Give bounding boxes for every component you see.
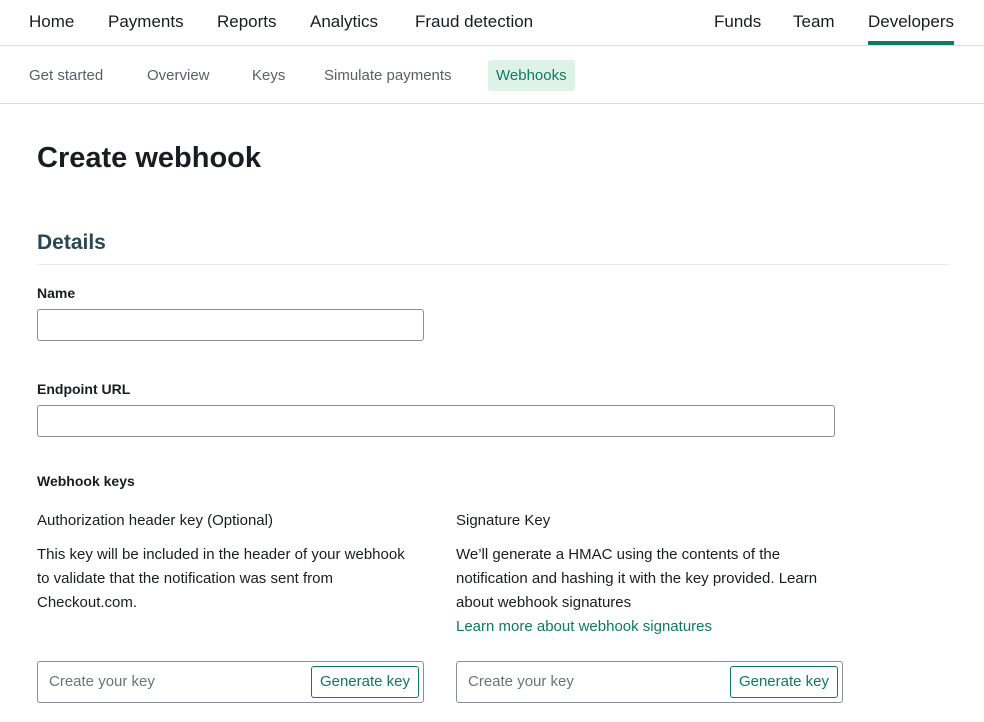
top-navigation: Home Payments Reports Analytics Fraud de… <box>0 0 984 46</box>
name-label: Name <box>37 285 76 301</box>
auth-desc-line: Checkout.com. <box>37 594 138 611</box>
signature-key-description: We’ll generate a HMAC using the contents… <box>456 543 817 615</box>
auth-desc-line: to validate that the notification was se… <box>37 570 333 587</box>
subnav-overview[interactable]: Overview <box>139 60 218 91</box>
nav-reports[interactable]: Reports <box>217 12 277 32</box>
signature-key-title: Signature Key <box>456 512 551 529</box>
subnav-simulate-payments[interactable]: Simulate payments <box>316 60 460 91</box>
auth-key-title: Authorization header key (Optional) <box>37 512 273 529</box>
signature-key-field: Create your key Generate key <box>456 661 843 703</box>
signature-desc-line: about webhook signatures <box>456 594 632 611</box>
name-input[interactable] <box>37 309 424 341</box>
subnav-get-started[interactable]: Get started <box>21 60 111 91</box>
page-title: Create webhook <box>37 142 261 174</box>
endpoint-url-input[interactable] <box>37 405 835 437</box>
section-divider <box>37 264 949 265</box>
subnav-keys[interactable]: Keys <box>244 60 293 91</box>
nav-developers[interactable]: Developers <box>868 12 954 45</box>
auth-key-description: This key will be included in the header … <box>37 543 405 615</box>
section-title-details: Details <box>37 231 106 254</box>
endpoint-url-label: Endpoint URL <box>37 381 131 397</box>
sub-navigation: Get started Overview Keys Simulate payme… <box>0 46 984 104</box>
signature-desc-line: We’ll generate a HMAC using the contents… <box>456 546 781 563</box>
auth-key-field: Create your key Generate key <box>37 661 424 703</box>
subnav-webhooks[interactable]: Webhooks <box>488 60 575 91</box>
nav-analytics[interactable]: Analytics <box>310 12 378 32</box>
auth-desc-line: This key will be included in the header … <box>37 546 405 563</box>
nav-fraud-detection[interactable]: Fraud detection <box>415 12 533 32</box>
nav-team[interactable]: Team <box>793 12 835 32</box>
auth-generate-key-button[interactable]: Generate key <box>310 666 419 698</box>
nav-home[interactable]: Home <box>29 12 74 32</box>
webhook-signatures-link[interactable]: Learn more about webhook signatures <box>456 618 712 635</box>
webhook-keys-label: Webhook keys <box>37 473 135 489</box>
signature-generate-key-button[interactable]: Generate key <box>729 666 838 698</box>
signature-key-input[interactable]: Create your key <box>468 673 574 690</box>
nav-funds[interactable]: Funds <box>714 12 761 32</box>
auth-key-input[interactable]: Create your key <box>49 673 155 690</box>
nav-payments[interactable]: Payments <box>108 12 184 32</box>
signature-desc-line: notification and hashing it with the key… <box>456 570 818 587</box>
